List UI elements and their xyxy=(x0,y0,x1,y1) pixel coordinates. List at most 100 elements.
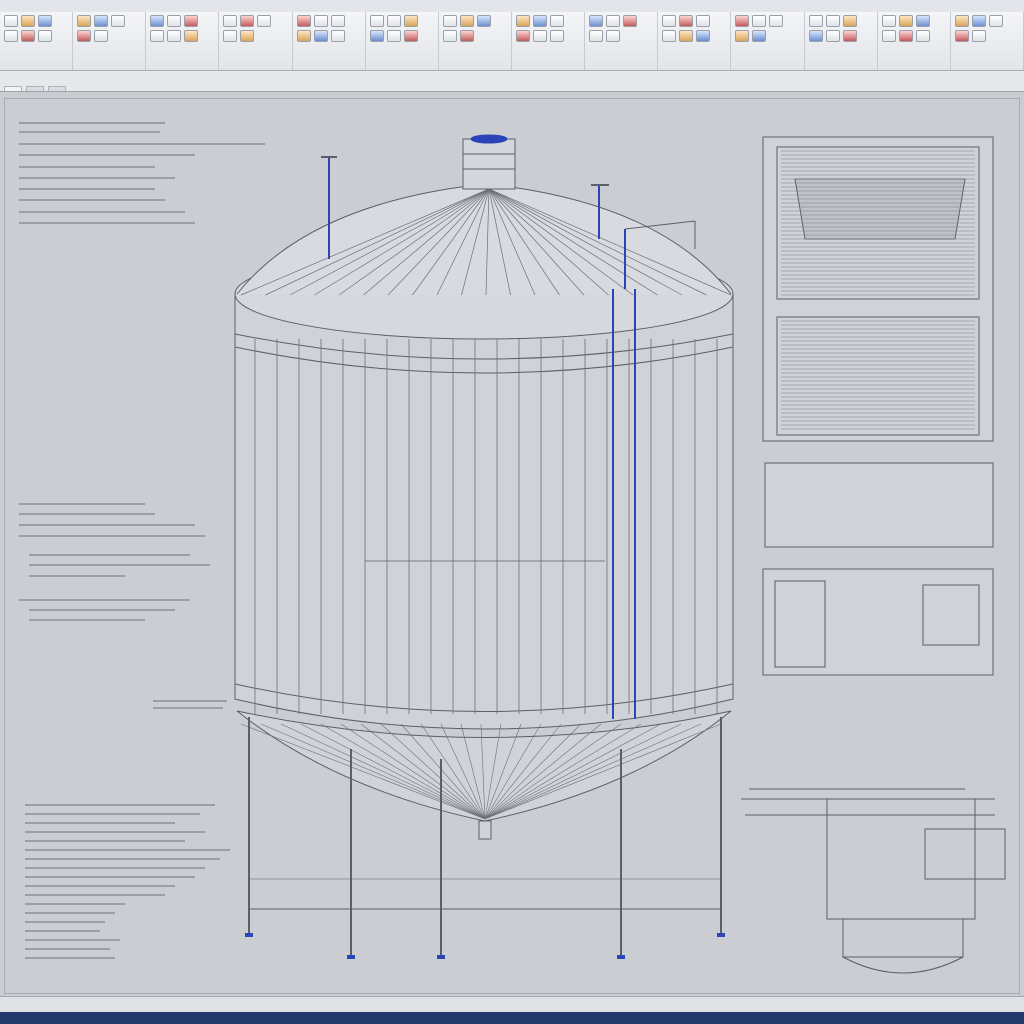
ribbon-tool-button[interactable] xyxy=(386,30,401,42)
ribbon-tool-button[interactable] xyxy=(38,15,52,27)
ribbon-tool-button[interactable] xyxy=(988,15,1003,27)
ribbon-tool-button[interactable] xyxy=(330,30,345,42)
ribbon-tool-button[interactable] xyxy=(313,30,328,42)
ribbon-tool-button[interactable] xyxy=(94,30,109,42)
ribbon-tool-button[interactable] xyxy=(386,15,401,27)
ribbon-tool-button[interactable] xyxy=(549,15,564,27)
ribbon-tool-button[interactable] xyxy=(77,30,92,42)
os-taskbar xyxy=(0,1012,1024,1024)
ribbon-tool-button[interactable] xyxy=(954,15,969,27)
ribbon-tool-button[interactable] xyxy=(442,15,457,27)
ribbon-tool-button[interactable] xyxy=(515,30,530,42)
ribbon-tool-button[interactable] xyxy=(606,15,621,27)
annotation-block-bottom-left xyxy=(25,804,230,959)
ribbon-tool-button[interactable] xyxy=(735,30,750,42)
silo-cone xyxy=(236,710,732,840)
ribbon-group xyxy=(658,12,732,70)
ribbon-tool-button[interactable] xyxy=(240,15,255,27)
leg-feet xyxy=(245,933,725,959)
ribbon-tool-button[interactable] xyxy=(971,30,986,42)
ribbon-group xyxy=(366,12,439,70)
ribbon-tool-button[interactable] xyxy=(442,30,457,42)
ribbon-tool-button[interactable] xyxy=(369,15,384,27)
ribbon-tool-button[interactable] xyxy=(21,15,35,27)
ribbon-tool-button[interactable] xyxy=(808,30,823,42)
ribbon-tool-button[interactable] xyxy=(898,15,913,27)
ribbon-tool-button[interactable] xyxy=(223,30,238,42)
ribbon-tool-button[interactable] xyxy=(94,15,109,27)
ribbon-tool-button[interactable] xyxy=(662,30,677,42)
drawing-canvas[interactable] xyxy=(4,98,1020,994)
ribbon-tool-button[interactable] xyxy=(223,15,238,27)
annotation-block-top-left xyxy=(19,122,265,224)
ribbon-toolbar xyxy=(0,12,1024,71)
ribbon-tool-button[interactable] xyxy=(403,30,418,42)
ribbon-tool-button[interactable] xyxy=(184,15,199,27)
ribbon-tool-button[interactable] xyxy=(403,15,418,27)
ribbon-tool-button[interactable] xyxy=(752,30,767,42)
ribbon-tool-button[interactable] xyxy=(21,30,35,42)
ribbon-tool-button[interactable] xyxy=(769,15,784,27)
ribbon-group xyxy=(293,12,366,70)
ribbon-tool-button[interactable] xyxy=(38,30,52,42)
ribbon-tool-button[interactable] xyxy=(111,15,126,27)
ribbon-tool-button[interactable] xyxy=(679,15,694,27)
ribbon-tool-button[interactable] xyxy=(752,15,767,27)
ribbon-tool-button[interactable] xyxy=(589,30,604,42)
ribbon-tool-button[interactable] xyxy=(459,30,474,42)
ribbon-tool-button[interactable] xyxy=(808,15,823,27)
ribbon-tool-button[interactable] xyxy=(532,15,547,27)
ribbon-tool-button[interactable] xyxy=(915,15,930,27)
ribbon-tool-button[interactable] xyxy=(296,30,311,42)
ribbon-tool-button[interactable] xyxy=(476,15,491,27)
ribbon-tool-button[interactable] xyxy=(549,30,564,42)
ribbon-tool-button[interactable] xyxy=(842,15,857,27)
ribbon-tool-button[interactable] xyxy=(589,15,604,27)
ribbon-tool-button[interactable] xyxy=(606,30,621,42)
ribbon-tool-button[interactable] xyxy=(257,15,272,27)
ribbon-tool-button[interactable] xyxy=(167,30,182,42)
ribbon-tool-button[interactable] xyxy=(825,15,840,27)
ribbon-tool-button[interactable] xyxy=(954,30,969,42)
document-tabs xyxy=(0,71,1024,92)
ribbon-tool-button[interactable] xyxy=(330,15,345,27)
ribbon-tool-button[interactable] xyxy=(735,15,750,27)
ribbon-tool-button[interactable] xyxy=(240,30,255,42)
ribbon-tool-button[interactable] xyxy=(971,15,986,27)
ribbon-tool-button[interactable] xyxy=(4,30,18,42)
ribbon-tool-button[interactable] xyxy=(296,15,311,27)
ribbon-group xyxy=(439,12,512,70)
ribbon-tool-button[interactable] xyxy=(4,15,18,27)
ribbon-tool-button[interactable] xyxy=(515,15,530,27)
ribbon-tool-button[interactable] xyxy=(184,30,199,42)
ribbon-tool-button[interactable] xyxy=(825,30,840,42)
ribbon-tool-button[interactable] xyxy=(167,15,182,27)
document-tab[interactable] xyxy=(26,86,44,91)
ribbon-tool-button[interactable] xyxy=(696,15,711,27)
ribbon-tool-button[interactable] xyxy=(915,30,930,42)
ribbon-group xyxy=(878,12,951,70)
ribbon-tool-button[interactable] xyxy=(662,15,677,27)
detail-view-bottom xyxy=(741,788,1006,974)
ribbon-tool-button[interactable] xyxy=(77,15,92,27)
ribbon-tool-button[interactable] xyxy=(898,30,913,42)
detail-view-mid xyxy=(762,462,994,676)
ribbon-tool-button[interactable] xyxy=(313,15,328,27)
ribbon-tool-button[interactable] xyxy=(696,30,711,42)
ribbon-tool-button[interactable] xyxy=(623,15,638,27)
silo-drawing xyxy=(19,122,1006,974)
ribbon-group xyxy=(951,12,1024,70)
ribbon-tool-button[interactable] xyxy=(881,30,896,42)
document-tab[interactable] xyxy=(48,86,66,91)
ribbon-tool-button[interactable] xyxy=(679,30,694,42)
ribbon-tool-button[interactable] xyxy=(459,15,474,27)
ribbon-tool-button[interactable] xyxy=(881,15,896,27)
silo-body xyxy=(234,248,734,730)
status-bar xyxy=(0,996,1024,1013)
ribbon-tool-button[interactable] xyxy=(150,15,165,27)
ribbon-tool-button[interactable] xyxy=(532,30,547,42)
ribbon-tool-button[interactable] xyxy=(842,30,857,42)
document-tab[interactable] xyxy=(4,86,22,91)
ribbon-tool-button[interactable] xyxy=(369,30,384,42)
ribbon-tool-button[interactable] xyxy=(150,30,165,42)
